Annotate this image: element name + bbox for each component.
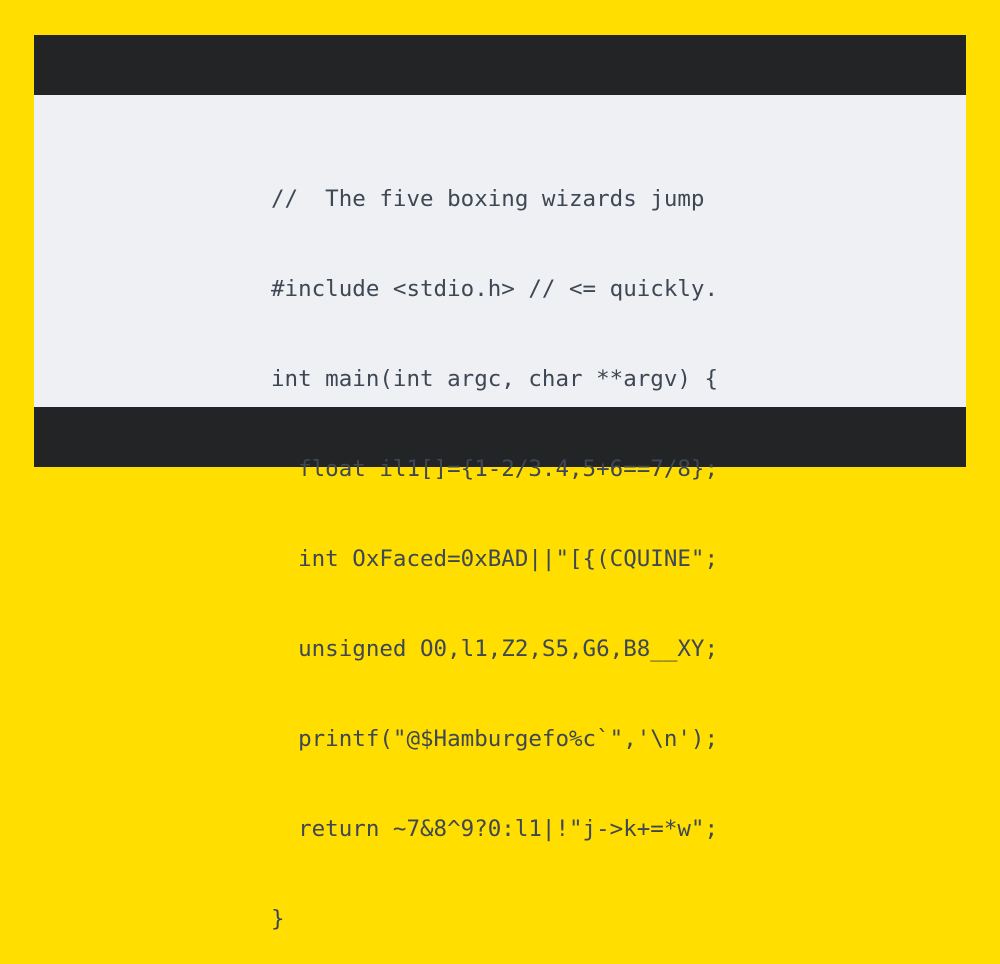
code-line-6: unsigned O0,l1,Z2,S5,G6,B8__XY; xyxy=(271,636,719,662)
code-line-1: // The five boxing wizards jump xyxy=(271,186,705,212)
code-line-3: int main(int argc, char **argv) { xyxy=(271,366,719,392)
code-line-4: float il1[]={1-2/3.4,5+6==7/8}; xyxy=(271,456,719,482)
code-line-9: } xyxy=(271,906,285,932)
code-block: // The five boxing wizards jump #include… xyxy=(271,124,718,964)
code-line-5: int OxFaced=0xBAD||"[{(CQUINE"; xyxy=(271,546,719,572)
code-line-8: return ~7&8^9?0:l1|!"j->k+=*w"; xyxy=(271,816,719,842)
code-line-7: printf("@$Hamburgefo%c`",'\n'); xyxy=(271,726,719,752)
code-line-2: #include <stdio.h> // <= quickly. xyxy=(271,276,719,302)
